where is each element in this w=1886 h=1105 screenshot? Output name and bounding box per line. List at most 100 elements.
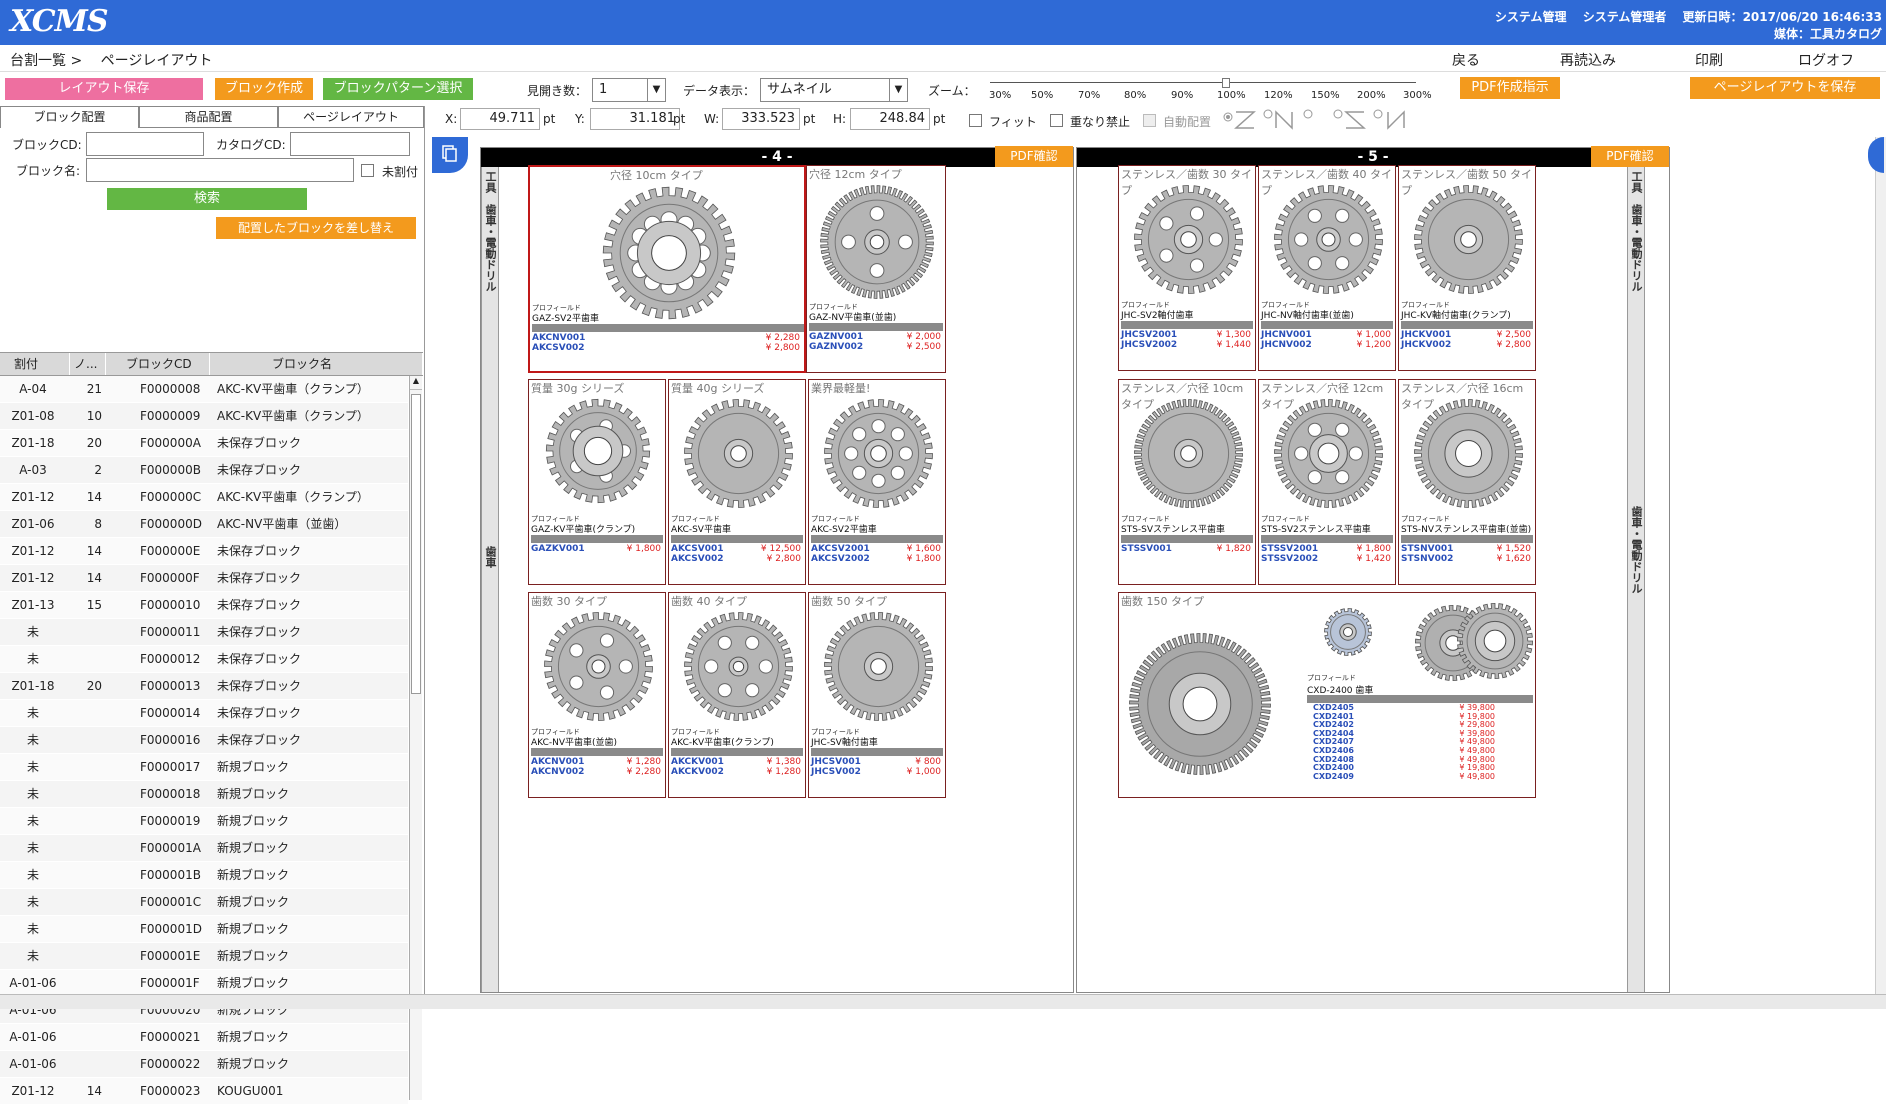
fit-checkbox[interactable]	[969, 114, 982, 127]
table-row[interactable]: 未 F0000012 未保存ブロック	[0, 646, 408, 673]
catalog-block[interactable]: ステンレス／穴径 16cm タイプ プロフィールド STS-NVステンレス平歯車(並…	[1398, 379, 1536, 585]
table-row[interactable]: 未 F0000018 新規ブロック	[0, 781, 408, 808]
data-display-select[interactable]: サムネイル ▼	[760, 78, 908, 102]
col-assign[interactable]: 割付	[0, 353, 70, 375]
table-row[interactable]: Z01-13 15 F0000010 未保存ブロック	[0, 592, 408, 619]
back-button[interactable]: 戻る	[1452, 50, 1480, 70]
table-row[interactable]: 未 F000001A 新規ブロック	[0, 835, 408, 862]
horizontal-scrollbar[interactable]	[0, 994, 1886, 1009]
table-row[interactable]: 未 F0000011 未保存ブロック	[0, 619, 408, 646]
direction-rn-radio[interactable]	[1373, 109, 1405, 130]
h-input[interactable]: 248.84	[850, 108, 930, 130]
table-row[interactable]: Z01-18 20 F0000013 未保存ブロック	[0, 673, 408, 700]
w-input[interactable]: 333.523	[722, 108, 800, 130]
product-price: ¥ 2,000	[906, 332, 941, 342]
table-row[interactable]: Z01-08 10 F0000009 AKC-KV平歯車（クランプ）	[0, 403, 408, 430]
direction-z-radio[interactable]	[1223, 111, 1256, 129]
scroll-up-icon[interactable]: ▲	[410, 376, 422, 390]
direction-rz-radio[interactable]	[1303, 109, 1366, 129]
catalog-block[interactable]: 質量 30g シリーズ プロフィールド GAZ-KV平歯車(クランプ) GAZKV00…	[528, 379, 666, 585]
table-row[interactable]: A-04 21 F0000008 AKC-KV平歯車（クランプ）	[0, 376, 408, 403]
x-input[interactable]: 49.711	[460, 108, 540, 130]
col-block-name[interactable]: ブロック名	[210, 353, 423, 375]
table-scrollbar[interactable]: ▲	[409, 376, 422, 1100]
table-row[interactable]: Z01-12 14 F0000023 KOUGU001	[0, 1078, 408, 1105]
unassigned-checkbox[interactable]	[361, 164, 374, 177]
table-row[interactable]: 未 F0000014 未保存ブロック	[0, 700, 408, 727]
col-no[interactable]: ノ...	[70, 353, 106, 375]
arrange-direction-radios[interactable]	[1222, 108, 1422, 130]
save-layout-button[interactable]: レイアウト保存	[5, 78, 203, 100]
block-cd-input[interactable]	[86, 132, 204, 156]
y-input[interactable]: 31.181	[590, 108, 680, 130]
save-page-layout-button[interactable]: ページレイアウトを保存	[1690, 77, 1880, 99]
direction-n-radio[interactable]	[1263, 109, 1293, 130]
product-code: STSNV002	[1401, 554, 1454, 564]
tab-page-layout[interactable]: ページレイアウト	[278, 106, 424, 128]
pdf-check-button[interactable]: PDF確認	[995, 146, 1073, 167]
page-side-strip: 工具 歯車・電動ドリル 歯車	[481, 167, 499, 992]
catalog-block-large[interactable]: 歯数 150 タイプ プロフィールド CXD-2400 歯車 CXD2405 CXD24…	[1118, 592, 1536, 798]
catalog-block[interactable]: 歯数 50 タイプ プロフィールド JHC-SV軸付歯車 JHCSV001 JHCSV0…	[808, 592, 946, 798]
copy-icon[interactable]	[432, 137, 468, 173]
scrollbar-thumb[interactable]	[411, 394, 421, 694]
x-unit: pt	[543, 112, 556, 126]
table-row[interactable]: Z01-06 8 F000000D AKC-NV平歯車（並歯）	[0, 511, 408, 538]
catalog-block[interactable]: ステンレス／歯数 30 タイプ プロフィールド JHC-SV2軸付歯車 JHCSV20…	[1118, 165, 1256, 371]
catalog-block[interactable]: ステンレス／穴径 12cm タイプ プロフィールド STS-SV2ステンレス平歯車 S…	[1258, 379, 1396, 585]
create-block-button[interactable]: ブロック作成	[215, 78, 313, 100]
layout-canvas[interactable]: - 4 - PDF確認 工具 歯車・電動ドリル 歯車 - 5 - PDF確認 工…	[426, 137, 1873, 994]
spread-count-select[interactable]: 1 ▼	[592, 78, 666, 102]
pdf-check-button[interactable]: PDF確認	[1591, 146, 1669, 167]
table-row[interactable]: 未 F000001C 新規ブロック	[0, 889, 408, 916]
select-block-pattern-button[interactable]: ブロックパターン選択	[323, 78, 473, 100]
catalog-block[interactable]: ステンレス／歯数 40 タイプ プロフィールド JHC-NV軸付歯車(並歯) JHCN…	[1258, 165, 1396, 371]
cell-no	[70, 727, 102, 754]
table-row[interactable]: 未 F000001D 新規ブロック	[0, 916, 408, 943]
tab-block-placement[interactable]: ブロック配置	[0, 106, 139, 128]
zoom-slider[interactable]	[990, 78, 1420, 104]
block-name-input[interactable]	[86, 158, 354, 182]
logout-button[interactable]: ログオフ	[1798, 50, 1854, 70]
table-row[interactable]: Z01-12 14 F000000F 未保存ブロック	[0, 565, 408, 592]
catalog-block[interactable]: 穴径 12cm タイプ プロフィールド GAZ-NV平歯車(並歯) GAZNV001 G…	[806, 165, 946, 373]
cell-no: 10	[86, 409, 102, 423]
auto-place-checkbox[interactable]	[1143, 114, 1156, 127]
canvas-scrollbar[interactable]	[1868, 137, 1886, 994]
catalog-block[interactable]: 歯数 30 タイプ プロフィールド AKC-NV平歯車(並歯) AKCNV001 AKC…	[528, 592, 666, 798]
product-code: JHCKV002	[1401, 340, 1452, 350]
no-overlap-checkbox[interactable]	[1050, 114, 1063, 127]
reload-button[interactable]: 再読込み	[1560, 50, 1616, 70]
tab-product-placement[interactable]: 商品配置	[139, 106, 278, 128]
table-row[interactable]: A-01-06 F000001F 新規ブロック	[0, 970, 408, 997]
product-price: ¥ 1,440	[1216, 340, 1251, 350]
table-row[interactable]: Z01-12 14 F000000C AKC-KV平歯車（クランプ）	[0, 484, 408, 511]
table-row[interactable]: 未 F0000019 新規ブロック	[0, 808, 408, 835]
table-row[interactable]: 未 F0000017 新規ブロック	[0, 754, 408, 781]
zoom-tick-label: 50%	[1031, 90, 1054, 101]
search-button[interactable]: 検索	[107, 188, 307, 210]
catalog-block[interactable]: 穴径 10cm タイプ プロフィールド GAZ-SV2平歯車 AKCNV001 AKCS…	[528, 165, 806, 373]
zoom-slider-thumb[interactable]	[1222, 78, 1230, 88]
table-row[interactable]: Z01-12 14 F000000E 未保存ブロック	[0, 538, 408, 565]
gear-image	[821, 396, 936, 514]
table-row[interactable]: A-03 2 F000000B 未保存ブロック	[0, 457, 408, 484]
table-row[interactable]: 未 F0000016 未保存ブロック	[0, 727, 408, 754]
print-button[interactable]: 印刷	[1695, 50, 1723, 70]
catalog-block[interactable]: 業界最軽量! プロフィールド AKC-SV2平歯車 AKCSV2001 AKCSV200…	[808, 379, 946, 585]
catalog-block[interactable]: 質量 40g シリーズ プロフィールド AKC-SV平歯車 AKCSV001 AKCSV…	[668, 379, 806, 585]
catalog-block[interactable]: 歯数 40 タイプ プロフィールド AKC-KV平歯車(クランプ) AKCKV001 A…	[668, 592, 806, 798]
table-row[interactable]: 未 F000001E 新規ブロック	[0, 943, 408, 970]
col-block-cd[interactable]: ブロックCD	[106, 353, 210, 375]
catalog-cd-input[interactable]	[290, 132, 410, 156]
table-row[interactable]: A-01-06 F0000022 新規ブロック	[0, 1051, 408, 1078]
pdf-create-button[interactable]: PDF作成指示	[1460, 77, 1560, 99]
breadcrumb-parent[interactable]: 台割一覧 >	[10, 53, 82, 69]
replace-placed-block-button[interactable]: 配置したブロックを差し替え	[216, 217, 416, 239]
table-row[interactable]: A-01-06 F0000021 新規ブロック	[0, 1024, 408, 1051]
catalog-block[interactable]: ステンレス／歯数 50 タイプ プロフィールド JHC-KV軸付歯車(クランプ) JH…	[1398, 165, 1536, 371]
catalog-block[interactable]: ステンレス／穴径 10cm タイプ プロフィールド STS-SVステンレス平歯車 ST…	[1118, 379, 1256, 585]
table-row[interactable]: 未 F000001B 新規ブロック	[0, 862, 408, 889]
product-code: AKCSV002	[671, 554, 724, 564]
table-row[interactable]: Z01-18 20 F000000A 未保存ブロック	[0, 430, 408, 457]
